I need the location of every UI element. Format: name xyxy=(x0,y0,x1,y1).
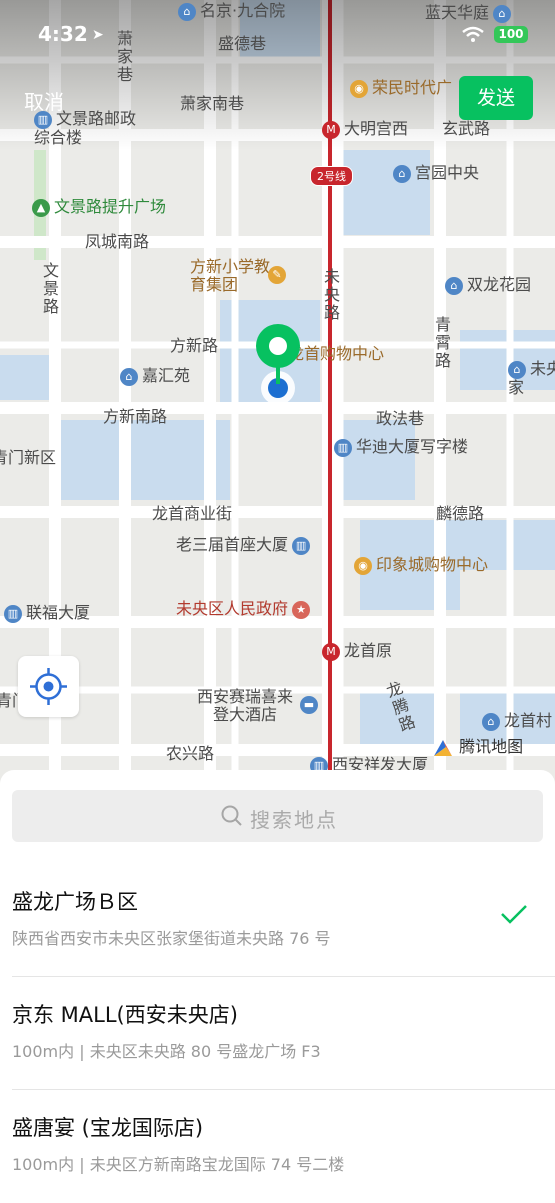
search-icon xyxy=(221,805,242,826)
poi-yinxiang[interactable]: ◉ 印象城购物中心 xyxy=(354,556,488,575)
park-icon: ▲ xyxy=(32,198,50,217)
cancel-button[interactable]: 取消 xyxy=(24,86,64,115)
result-address: 100m内 | 未央区方新南路宝龙国际 74 号二楼 xyxy=(12,1155,345,1174)
road-zhengfa: 政法巷 xyxy=(376,409,425,428)
search-input[interactable]: 搜索地点 xyxy=(12,790,543,842)
metro-icon: M xyxy=(322,120,340,139)
result-name: 京东 MALL(西安未央店) xyxy=(12,1003,238,1027)
location-pin[interactable] xyxy=(254,322,302,412)
poi-lao-sanjie[interactable]: 老三届首座大厦 ▥ xyxy=(176,536,314,555)
road-xuanwu: 玄武路 xyxy=(442,119,491,138)
crosshair-icon xyxy=(30,668,67,705)
community-icon: ⌂ xyxy=(482,712,500,731)
road-longshou-shangye: 龙首商业街 xyxy=(152,504,233,523)
result-item[interactable]: 盛唐宴 (宝龙国际店) 100m内 | 未央区方新南路宝龙国际 74 号二楼 xyxy=(0,1090,555,1203)
road-qingxiao: 青霄路 xyxy=(434,315,451,370)
poi-longshou-mall[interactable]: 龙首购物中心 xyxy=(288,345,384,363)
poi-weiyang-home[interactable]: ⌂ 未央家 xyxy=(508,360,555,397)
poi-longshoucun[interactable]: ⌂ 龙首村 xyxy=(482,712,552,731)
building-icon: ▥ xyxy=(292,536,311,555)
road-fangxinnan: 方新南路 xyxy=(103,407,168,426)
result-item[interactable]: 盛龙广场Ｂ区 陕西省西安市未央区张家堡街道未央路 76 号 xyxy=(0,864,555,977)
poi-jiahui[interactable]: ⌂ 嘉汇苑 xyxy=(120,367,190,386)
metro-line-badge: 2号线 xyxy=(310,166,353,186)
road-xiaojianan: 萧家南巷 xyxy=(180,94,245,113)
location-arrow-icon: ➤ xyxy=(92,27,104,43)
wifi-icon xyxy=(462,26,484,46)
road-wenjing: 文景路 xyxy=(42,261,59,316)
metro-damingongxi[interactable]: M 大明宫西 xyxy=(322,120,408,139)
road-fengchengnan: 凤城南路 xyxy=(85,232,150,251)
community-icon: ⌂ xyxy=(120,367,138,386)
send-button[interactable]: 发送 xyxy=(459,76,533,120)
poi-hotel[interactable]: 西安赛瑞喜来登大酒店 xyxy=(190,688,300,724)
location-sheet: 搜索地点 盛龙广场Ｂ区 陕西省西安市未央区张家堡街道未央路 76 号 京东 MA… xyxy=(0,770,555,1200)
community-icon: ⌂ xyxy=(508,360,526,379)
hotel-icon: ▬ xyxy=(300,696,318,714)
poi-weiyang-gov[interactable]: 未央区人民政府 ★ xyxy=(176,600,314,619)
status-time: 4:32 xyxy=(38,22,88,46)
checkmark-icon xyxy=(501,905,527,924)
road-nongxing: 农兴路 xyxy=(166,744,215,763)
result-name: 盛龙广场Ｂ区 xyxy=(12,890,138,914)
poi-gongyuan[interactable]: ⌂ 宫园中央 xyxy=(393,164,479,183)
result-item[interactable]: 京东 MALL(西安未央店) 100m内 | 未央区未央路 80 号盛龙广场 F… xyxy=(0,977,555,1090)
metro-icon: M xyxy=(322,642,340,661)
search-placeholder: 搜索地点 xyxy=(250,808,338,832)
poi-wenjing-post[interactable]: ▥ 文景路邮政综合楼 xyxy=(34,110,144,147)
pin-icon xyxy=(256,324,300,405)
community-icon: ⌂ xyxy=(393,164,411,183)
result-name: 盛唐宴 (宝龙国际店) xyxy=(12,1116,204,1140)
battery-indicator: 100 xyxy=(494,26,528,43)
road-weiyang: 未央路 xyxy=(323,267,340,322)
shopping-icon: ◉ xyxy=(350,79,368,98)
shopping-icon: ◉ xyxy=(354,556,372,575)
government-icon: ★ xyxy=(292,600,311,619)
building-icon: ▥ xyxy=(4,604,22,623)
poi-wenjing-square[interactable]: ▲ 文景路提升广场 xyxy=(32,198,166,217)
metro-longshouyuan[interactable]: M 龙首原 xyxy=(322,642,392,661)
road-fangxin: 方新路 xyxy=(170,336,219,355)
poi-huadi[interactable]: ▥ 华迪大厦写字楼 xyxy=(334,438,468,457)
road-linde: 麟德路 xyxy=(436,504,485,523)
tencent-map-logo: 腾讯地图 xyxy=(432,733,523,758)
result-address: 100m内 | 未央区未央路 80 号盛龙广场 F3 xyxy=(12,1042,321,1061)
tencent-map-icon xyxy=(434,739,452,756)
locate-me-button[interactable] xyxy=(18,656,79,717)
school-icon: ✎ xyxy=(268,266,286,284)
poi-rongmin[interactable]: ◉ 荣民时代广 xyxy=(350,79,452,98)
result-address: 陕西省西安市未央区张家堡街道未央路 76 号 xyxy=(12,929,331,948)
area-menxin: 青门新区 xyxy=(0,448,57,467)
poi-fangxin-school[interactable]: 方新小学教育集团 xyxy=(190,258,270,294)
building-icon: ▥ xyxy=(334,438,352,457)
poi-lianfu[interactable]: ▥ 联福大厦 xyxy=(4,604,90,623)
status-bar: 4:32 ➤ 100 xyxy=(0,0,555,70)
poi-shuanglong[interactable]: ⌂ 双龙花园 xyxy=(445,276,531,295)
community-icon: ⌂ xyxy=(445,276,463,295)
